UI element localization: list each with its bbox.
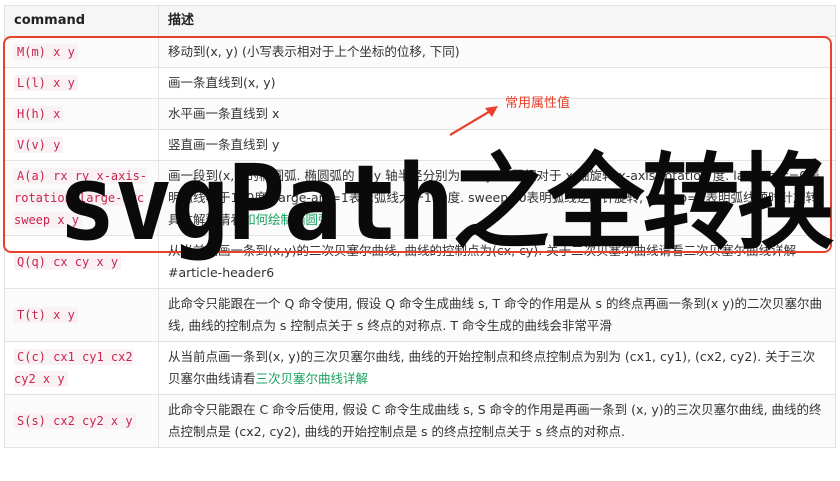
table-row: H(h) x 水平画一条直线到 x	[4, 98, 836, 130]
command-cell: L(l) x y	[4, 67, 159, 99]
header-description: 描述	[158, 5, 836, 37]
command-code: C(c) cx1 cy1 cx2 cy2 x y	[14, 349, 133, 387]
command-code: H(h) x	[14, 106, 64, 122]
command-cell: C(c) cx1 cy1 cx2 cy2 x y	[4, 341, 159, 395]
command-cell: H(h) x	[4, 98, 159, 130]
table-row: M(m) x y 移动到(x, y) (小写表示相对于上个坐标的位移, 下同)	[4, 36, 836, 68]
command-code: T(t) x y	[14, 307, 78, 323]
table-row: Q(q) cx cy x y 从当前点画一条到(x,y)的二次贝塞尔曲线, 曲线的…	[4, 235, 836, 289]
command-code: V(v) y	[14, 137, 64, 153]
table-row: A(a) rx ry x-axis-rotation large-arc swe…	[4, 160, 836, 236]
description-link[interactable]: 三次贝塞尔曲线详解	[256, 371, 369, 386]
description-text: 水平画一条直线到 x	[168, 106, 280, 121]
description-cell: 此命令只能跟在 C 命令后使用, 假设 C 命令生成曲线 s, S 命令的作用是…	[158, 394, 836, 448]
command-code: L(l) x y	[14, 75, 78, 91]
description-cell: 此命令只能跟在一个 Q 命令使用, 假设 Q 命令生成曲线 s, T 命令的作用…	[158, 288, 836, 342]
description-text: 移动到(x, y) (小写表示相对于上个坐标的位移, 下同)	[168, 44, 460, 59]
description-text: 此命令只能跟在 C 命令后使用, 假设 C 命令生成曲线 s, S 命令的作用是…	[168, 402, 822, 439]
header-command: command	[4, 5, 159, 37]
command-cell: T(t) x y	[4, 288, 159, 342]
command-cell: A(a) rx ry x-axis-rotation large-arc swe…	[4, 160, 159, 236]
description-cell: 移动到(x, y) (小写表示相对于上个坐标的位移, 下同)	[158, 36, 836, 68]
table-header-row: command 描述	[4, 5, 836, 37]
description-text: 此命令只能跟在一个 Q 命令使用, 假设 Q 命令生成曲线 s, T 命令的作用…	[168, 296, 823, 333]
annotation-arrow-icon	[449, 106, 498, 136]
description-cell: 从当前点画一条到(x,y)的二次贝塞尔曲线, 曲线的控制点为(cx, cy). …	[158, 235, 836, 289]
description-text: 从当前点画一条到(x,y)的二次贝塞尔曲线, 曲线的控制点为(cx, cy). …	[168, 243, 797, 280]
command-code: S(s) cx2 cy2 x y	[14, 413, 136, 429]
table-row: T(t) x y 此命令只能跟在一个 Q 命令使用, 假设 Q 命令生成曲线 s,…	[4, 288, 836, 342]
description-link[interactable]: 如何绘制椭圆弧	[243, 212, 331, 227]
command-code: M(m) x y	[14, 44, 78, 60]
table-row: S(s) cx2 cy2 x y 此命令只能跟在 C 命令后使用, 假设 C 命令…	[4, 394, 836, 448]
description-cell: 从当前点画一条到(x, y)的三次贝塞尔曲线, 曲线的开始控制点和终点控制点为别…	[158, 341, 836, 395]
command-cell: M(m) x y	[4, 36, 159, 68]
table-body: M(m) x y 移动到(x, y) (小写表示相对于上个坐标的位移, 下同) L(…	[4, 36, 836, 448]
annotation-label: 常用属性值	[505, 96, 571, 111]
description-text: 竖直画一条直线到 y	[168, 137, 280, 152]
description-text: 画一条直线到(x, y)	[168, 75, 276, 90]
command-code: A(a) rx ry x-axis-rotation large-arc swe…	[14, 168, 148, 228]
table-row: C(c) cx1 cy1 cx2 cy2 x y 从当前点画一条到(x, y)的三…	[4, 341, 836, 395]
description-cell: 画一条直线到(x, y)	[158, 67, 836, 99]
command-table: command 描述 M(m) x y 移动到(x, y) (小写表示相对于上个坐…	[4, 5, 836, 448]
table-row: V(v) y 竖直画一条直线到 y	[4, 129, 836, 161]
command-cell: Q(q) cx cy x y	[4, 235, 159, 289]
command-cell: S(s) cx2 cy2 x y	[4, 394, 159, 448]
command-cell: V(v) y	[4, 129, 159, 161]
table-row: L(l) x y 画一条直线到(x, y)	[4, 67, 836, 99]
description-cell: 画一段到(x,y)的椭圆弧. 椭圆弧的 x, y 轴半径分别为 rx,ry. 椭…	[158, 160, 836, 236]
command-code: Q(q) cx cy x y	[14, 254, 122, 270]
